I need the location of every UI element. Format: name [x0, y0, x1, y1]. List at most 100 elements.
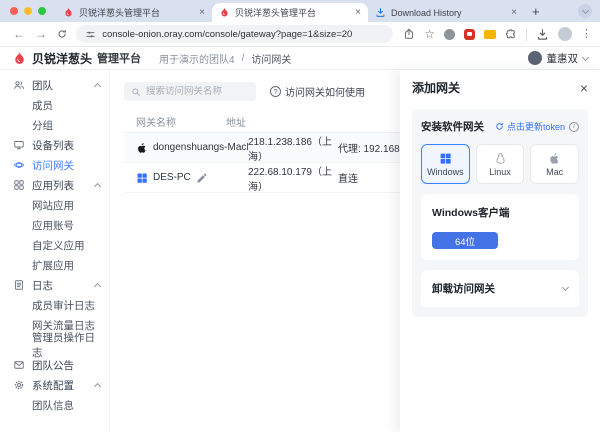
install-section-header: 安装软件网关 点击更新token i	[421, 119, 579, 134]
forward-icon[interactable]: →	[35, 28, 47, 40]
tab-list: 贝锐洋葱头管理平台 × 贝锐洋葱头管理平台 × Download History…	[56, 0, 524, 22]
site-settings-icon[interactable]	[85, 29, 96, 40]
user-avatar	[528, 51, 542, 65]
window-controls	[10, 0, 46, 22]
reload-icon[interactable]	[57, 28, 67, 40]
gateway-icon	[13, 159, 25, 171]
sidebar-item-label: 分组	[32, 118, 53, 133]
client-download-card: Windows客户端 64位	[421, 194, 579, 260]
extensions-puzzle-icon[interactable]	[505, 28, 517, 40]
sidebar-item-label: 应用列表	[32, 178, 74, 193]
gateway-name-cell: dongenshuangs-MacB...	[136, 142, 248, 154]
info-circle-icon[interactable]: i	[569, 122, 579, 132]
sidebar-item-label: 成员	[32, 98, 53, 113]
search-icon	[131, 87, 141, 97]
back-icon[interactable]: ←	[13, 28, 25, 40]
browser-tab[interactable]: Download History ×	[368, 3, 524, 22]
gateway-address: 222.68.10.179（上海）	[248, 163, 338, 193]
tab-close-icon[interactable]: ×	[511, 8, 517, 18]
sidebar-item-label: 访问网关	[32, 158, 74, 173]
os-option-label: Linux	[489, 167, 511, 177]
update-token-label: 点击更新token	[507, 120, 565, 133]
gear-icon	[13, 379, 25, 391]
close-window-button[interactable]	[10, 7, 18, 15]
question-circle-icon: ?	[270, 86, 281, 97]
minimize-window-button[interactable]	[24, 7, 32, 15]
tab-close-icon[interactable]: ×	[199, 8, 205, 18]
extension-icon[interactable]	[484, 30, 496, 39]
uninstall-accordion[interactable]: 卸载访问网关	[421, 270, 579, 307]
divider	[526, 28, 527, 41]
breadcrumb-team[interactable]: 用于演示的团队4	[159, 51, 235, 66]
uninstall-title: 卸载访问网关	[432, 281, 495, 296]
maximize-window-button[interactable]	[38, 7, 46, 15]
sidebar-item[interactable]: 设备列表	[0, 135, 109, 155]
chevron-down-icon	[581, 6, 588, 13]
apps-icon	[13, 179, 25, 191]
os-option[interactable]: Linux	[476, 144, 525, 184]
new-tab-button[interactable]: +	[532, 4, 540, 19]
download-64bit-button[interactable]: 64位	[432, 232, 498, 249]
sidebar-item[interactable]: 系统配置	[0, 375, 109, 395]
chevron-up-icon	[94, 182, 101, 189]
sidebar-item[interactable]: 分组	[0, 115, 109, 135]
address-bar[interactable]: console-onion.oray.com/console/gateway?p…	[76, 25, 393, 43]
apple-icon	[136, 142, 148, 154]
sidebar-item-label: 成员审计日志	[32, 298, 95, 313]
sidebar-item[interactable]: 应用账号	[0, 215, 109, 235]
profile-avatar[interactable]	[558, 27, 572, 41]
onion-logo-icon[interactable]	[12, 51, 27, 66]
tab-title: 贝锐洋葱头管理平台	[235, 6, 351, 19]
brand-name[interactable]: 贝锐洋葱头	[32, 50, 92, 67]
team-icon	[13, 79, 25, 91]
extension-icon[interactable]	[464, 29, 475, 40]
install-section-title: 安装软件网关	[421, 119, 484, 134]
browser-tab[interactable]: 贝锐洋葱头管理平台 ×	[212, 3, 368, 22]
sidebar-item[interactable]: 访问网关	[0, 155, 109, 175]
sidebar-nav: 团队 成员 分组 设备列表 访问网关	[0, 70, 110, 432]
toolbar-actions: ☆ ⋮	[403, 27, 592, 41]
url-text: console-onion.oray.com/console/gateway?p…	[102, 29, 352, 40]
browser-tab[interactable]: 贝锐洋葱头管理平台 ×	[56, 3, 212, 22]
screen: 贝锐洋葱头管理平台 × 贝锐洋葱头管理平台 × Download History…	[0, 0, 600, 432]
onion-icon	[219, 7, 230, 18]
share-icon[interactable]	[403, 28, 415, 40]
chevron-up-icon	[94, 382, 101, 389]
sidebar-item[interactable]: 团队信息	[0, 395, 109, 415]
chevron-up-icon	[94, 282, 101, 289]
search-input[interactable]	[146, 86, 249, 97]
refresh-icon	[495, 122, 504, 131]
platform-label: 管理平台	[97, 50, 141, 66]
sidebar-item[interactable]: 成员审计日志	[0, 295, 109, 315]
os-option[interactable]: Mac	[530, 144, 579, 184]
sidebar-item[interactable]: 扩展应用	[0, 255, 109, 275]
downloads-icon[interactable]	[536, 28, 549, 41]
sidebar-item[interactable]: 成员	[0, 95, 109, 115]
menu-dots-icon[interactable]: ⋮	[581, 29, 592, 40]
linux-icon	[494, 152, 507, 165]
sidebar-item[interactable]: 自定义应用	[0, 235, 109, 255]
os-option[interactable]: Windows	[421, 144, 470, 184]
device-icon	[13, 139, 25, 151]
tab-search-button[interactable]	[578, 4, 592, 18]
app-header: 贝锐洋葱头 管理平台 用于演示的团队4 / 访问网关 董惠双	[0, 46, 600, 70]
drawer-title: 添加网关	[412, 79, 460, 96]
os-option-label: Windows	[427, 167, 464, 177]
edit-pencil-icon[interactable]	[196, 172, 208, 184]
sidebar-item[interactable]: 管理员操作日志	[0, 335, 109, 355]
close-icon[interactable]: ×	[580, 81, 588, 95]
chevron-down-icon	[562, 284, 569, 291]
sidebar-item[interactable]: 网站应用	[0, 195, 109, 215]
sidebar-item-label: 自定义应用	[32, 238, 85, 253]
update-token-link[interactable]: 点击更新token	[495, 120, 565, 133]
extension-icon[interactable]	[444, 29, 455, 40]
sidebar-item[interactable]: 应用列表	[0, 175, 109, 195]
user-menu[interactable]: 董惠双	[528, 51, 589, 66]
gateway-help-link[interactable]: ? 访问网关如何使用	[270, 84, 365, 99]
sidebar-item[interactable]: 团队	[0, 75, 109, 95]
bookmark-star-icon[interactable]: ☆	[424, 28, 435, 40]
gateway-search[interactable]	[124, 82, 256, 101]
sidebar-item[interactable]: 日志	[0, 275, 109, 295]
tab-close-icon[interactable]: ×	[355, 8, 361, 18]
breadcrumb: 用于演示的团队4 / 访问网关	[159, 51, 291, 66]
